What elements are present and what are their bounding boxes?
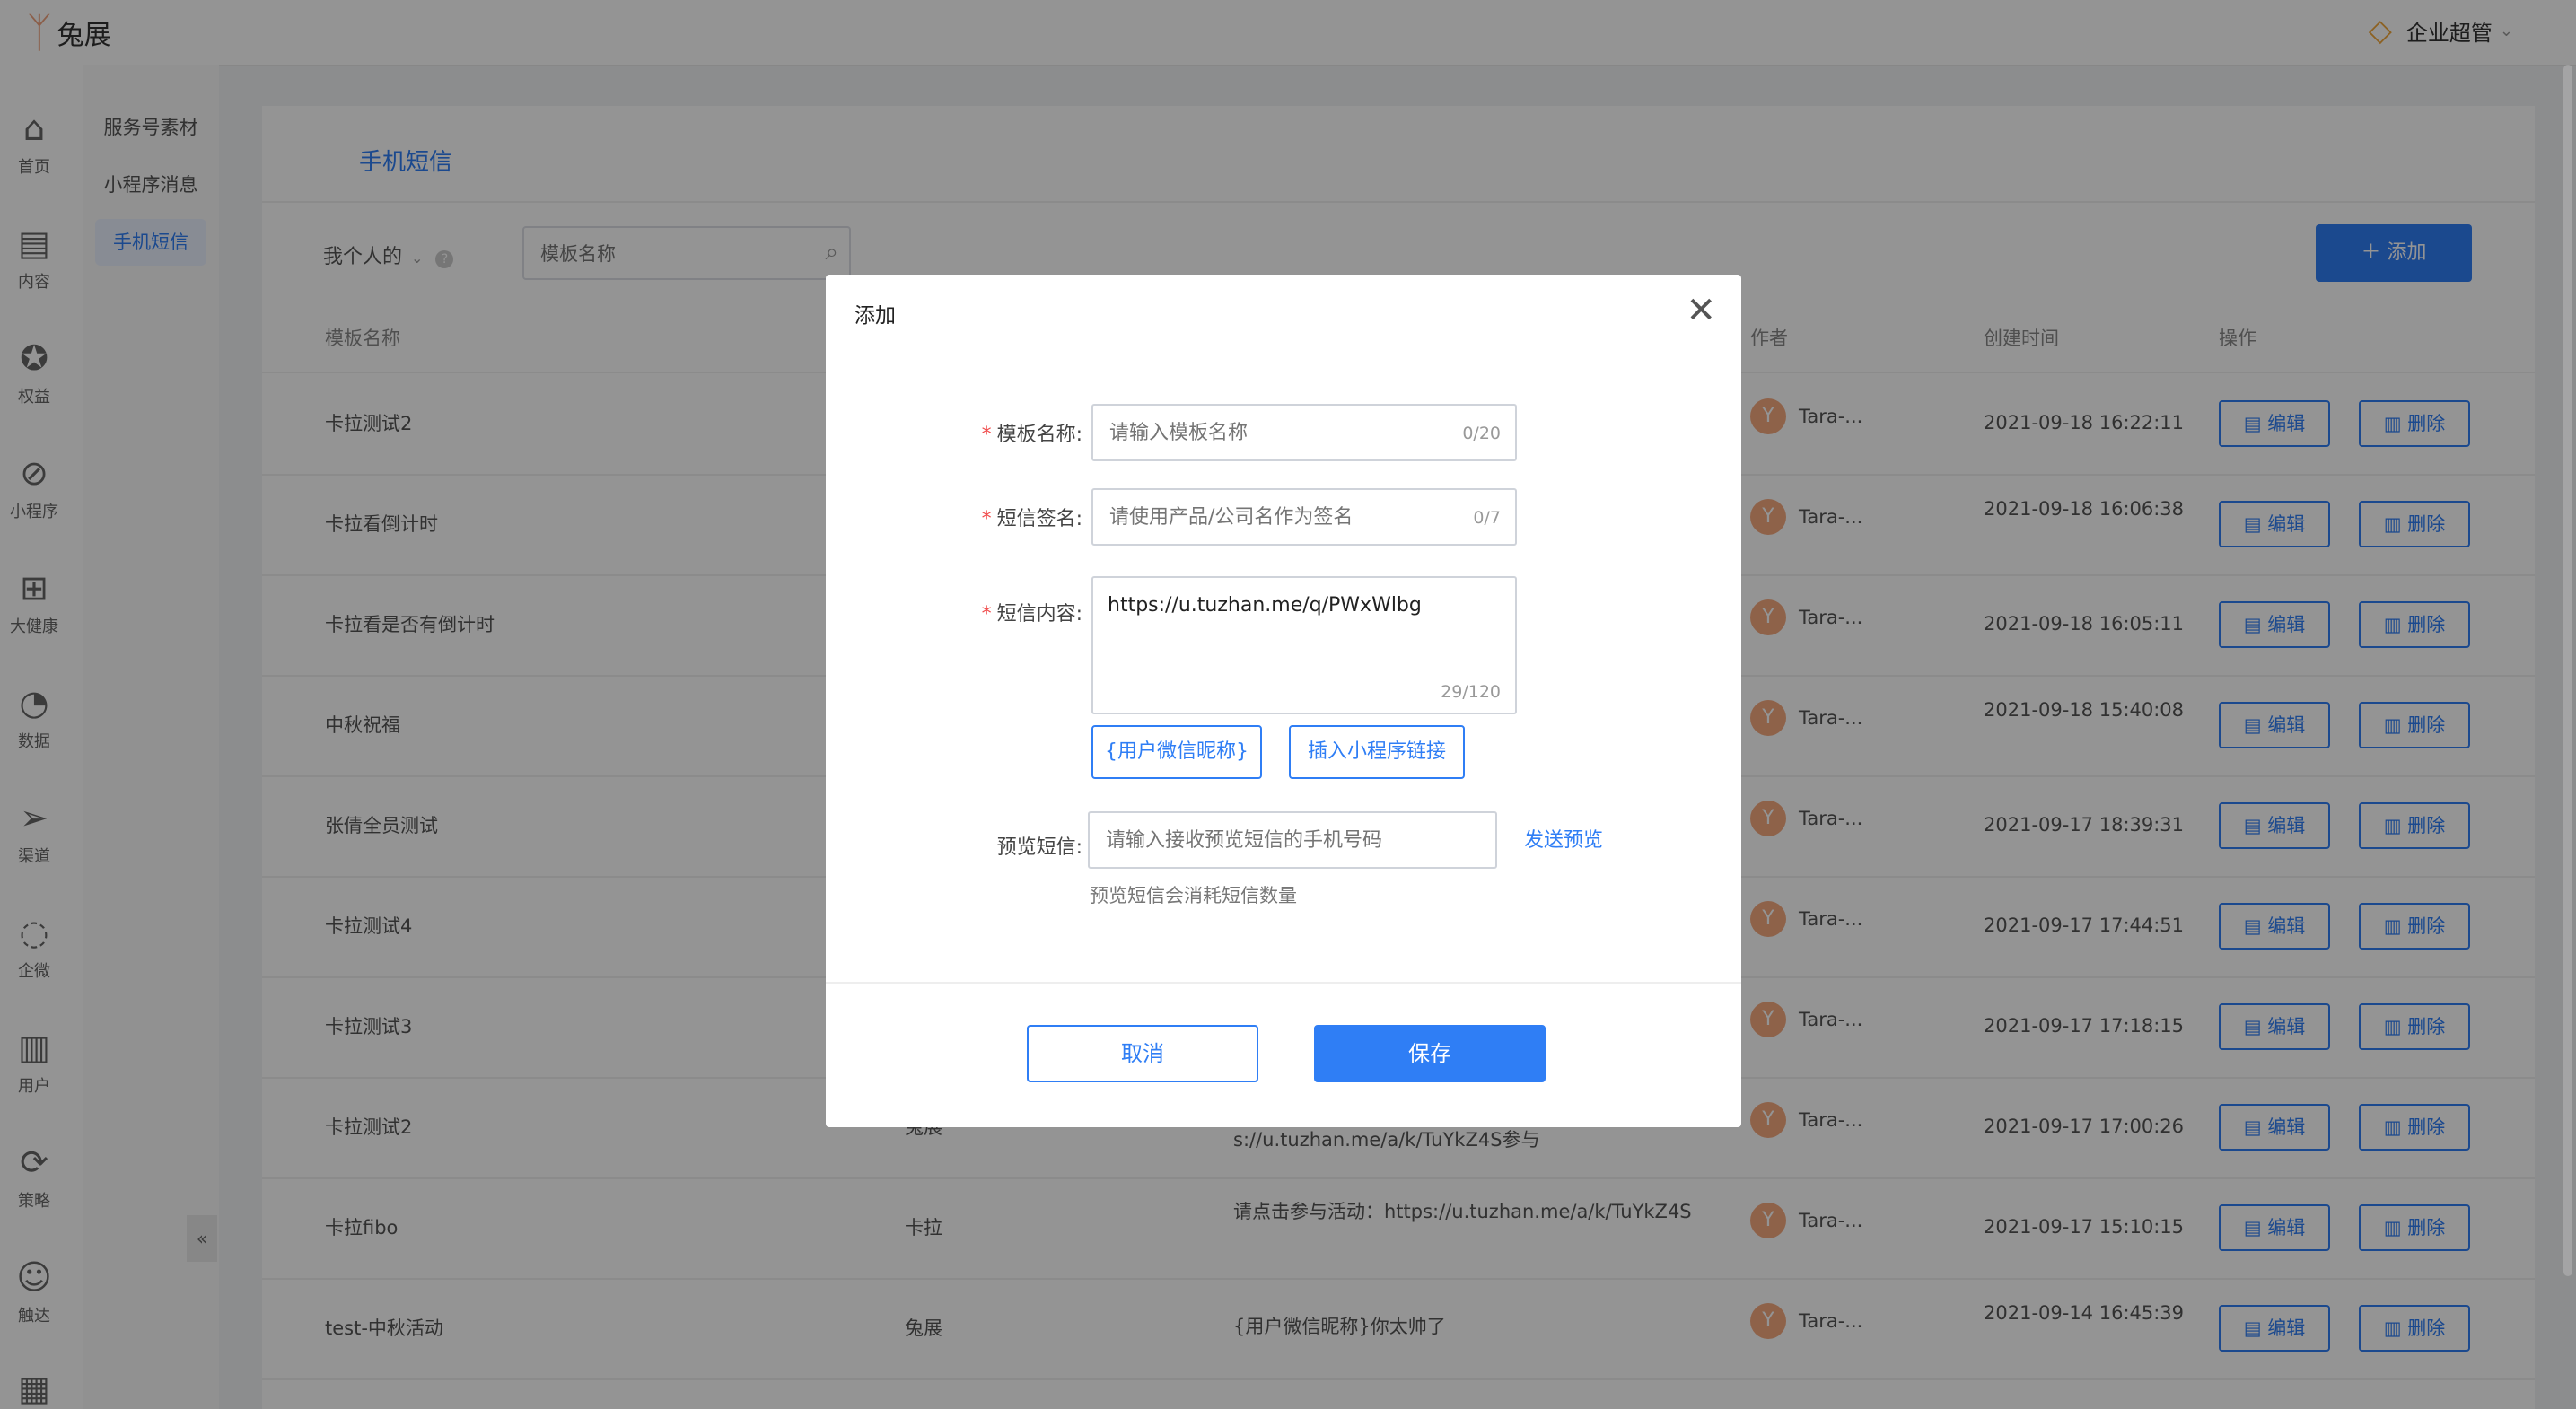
preview-label: 预览短信: — [996, 836, 1082, 859]
cancel-button[interactable]: 取消 — [1027, 1025, 1258, 1082]
content-textarea[interactable]: https://u.tuzhan.me/q/PWxWlbg 29/120 — [1091, 576, 1517, 714]
char-counter: 0/20 — [1462, 424, 1501, 443]
content-value: https://u.tuzhan.me/q/PWxWlbg — [1108, 594, 1422, 617]
char-counter: 29/120 — [1441, 682, 1501, 702]
scrollbar[interactable] — [2563, 65, 2572, 1276]
char-counter: 0/7 — [1473, 508, 1501, 528]
add-template-dialog: 添加 ✕ *模板名称: 0/20 *短信签名: 0/7 *短信内容: https… — [826, 275, 1741, 1127]
signature-label: * 短信签名: — [885, 503, 1082, 531]
signature-input[interactable] — [1093, 490, 1431, 544]
preview-phone-field[interactable] — [1088, 811, 1497, 869]
template-name-input[interactable] — [1093, 406, 1431, 459]
insert-miniprogram-link-button[interactable]: 插入小程序链接 — [1289, 725, 1465, 779]
label-text: 短信内容: — [996, 603, 1082, 626]
required-marker: * — [981, 508, 992, 530]
save-button[interactable]: 保存 — [1314, 1025, 1546, 1082]
insert-nickname-button[interactable]: {用户微信昵称} — [1091, 725, 1262, 779]
required-marker: * — [981, 424, 992, 446]
close-icon[interactable]: ✕ — [1686, 293, 1716, 328]
label-text: 短信签名: — [996, 508, 1082, 530]
signature-field[interactable]: 0/7 — [1091, 488, 1517, 546]
dialog-title: 添加 — [854, 304, 896, 328]
dialog-divider — [826, 982, 1741, 984]
preview-phone-input[interactable] — [1090, 813, 1495, 867]
template-name-label: * 模板名称: — [885, 418, 1082, 447]
required-marker: * — [981, 603, 992, 626]
preview-hint: 预览短信会消耗短信数量 — [1090, 885, 1297, 906]
content-label: * 短信内容: — [885, 598, 1082, 626]
send-preview-link[interactable]: 发送预览 — [1524, 824, 1603, 853]
template-name-field[interactable]: 0/20 — [1091, 404, 1517, 461]
label-text: 模板名称: — [996, 424, 1082, 446]
